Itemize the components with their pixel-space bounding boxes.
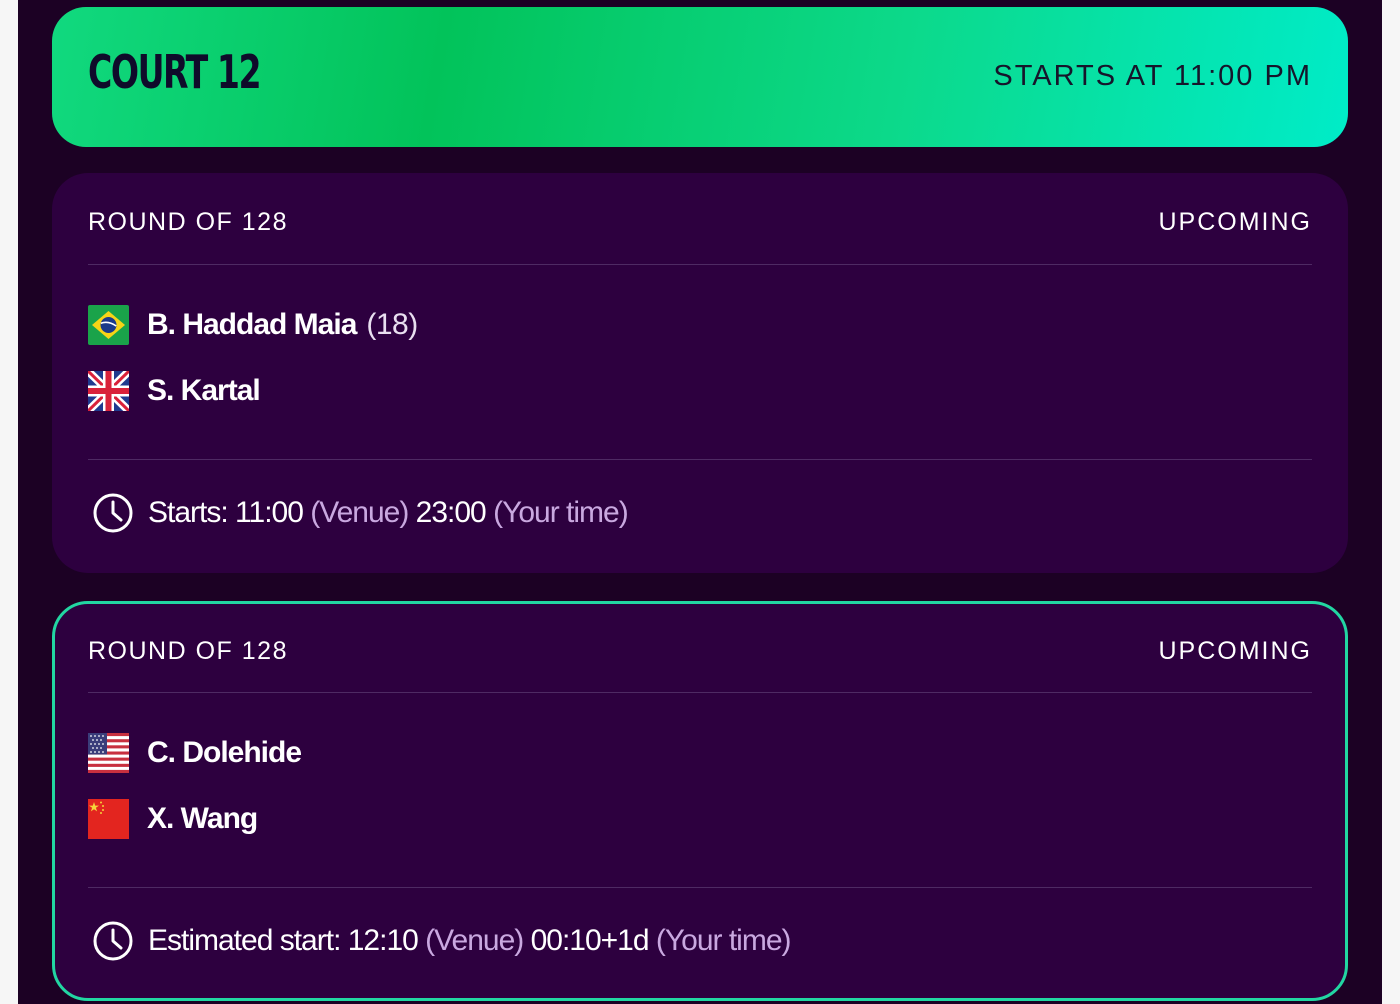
court-header[interactable]: COURT 12 STARTS AT 11:00 PM: [52, 7, 1348, 147]
player-name: X. Wang: [147, 802, 258, 835]
venue-label: (Venue): [425, 924, 524, 957]
divider: [88, 692, 1312, 693]
round-label: ROUND OF 128: [88, 208, 288, 236]
round-label: ROUND OF 128: [88, 637, 288, 665]
china-flag-icon: [88, 799, 129, 839]
player-row[interactable]: C. Dolehide: [88, 732, 302, 774]
status-label: UPCOMING: [1158, 637, 1312, 665]
brazil-flag-icon: [88, 305, 129, 345]
player-row[interactable]: X. Wang: [88, 798, 258, 840]
local-label: (Your time): [655, 924, 792, 957]
player-seed: (18): [366, 308, 418, 341]
start-prefix: Starts:: [148, 496, 229, 529]
venue-label: (Venue): [310, 496, 409, 529]
divider: [88, 459, 1312, 460]
match-card[interactable]: ROUND OF 128 UPCOMING B. Haddad Maia (18…: [52, 173, 1348, 573]
clock-icon: [93, 493, 133, 533]
venue-time: 12:10: [347, 924, 419, 957]
estimated-start-text: Estimated start: 12:10 (Venue) 00:10+1d …: [148, 924, 792, 957]
status-label: UPCOMING: [1158, 208, 1312, 236]
court-start-time: STARTS AT 11:00 PM: [993, 60, 1312, 92]
player-row[interactable]: S. Kartal: [88, 370, 261, 412]
court-title: COURT 12: [88, 45, 262, 99]
estimated-start-row: Estimated start: 12:10 (Venue) 00:10+1d …: [92, 919, 792, 963]
player-name: C. Dolehide: [147, 736, 302, 769]
schedule-page: COURT 12 STARTS AT 11:00 PM ROUND OF 128…: [18, 0, 1382, 1004]
uk-flag-icon: [88, 371, 129, 411]
player-row[interactable]: B. Haddad Maia (18): [88, 304, 418, 346]
local-time: 23:00: [415, 496, 487, 529]
venue-time: 11:00: [235, 496, 304, 529]
local-time: 00:10+1d: [530, 924, 650, 957]
start-time-text: Starts: 11:00 (Venue) 23:00 (Your time): [148, 496, 629, 529]
start-time-row: Starts: 11:00 (Venue) 23:00 (Your time): [92, 491, 629, 535]
divider: [88, 264, 1312, 265]
start-prefix: Estimated start:: [148, 924, 341, 957]
clock-icon: [93, 921, 133, 961]
player-name: B. Haddad Maia: [147, 308, 357, 341]
local-label: (Your time): [493, 496, 629, 529]
divider: [88, 887, 1312, 888]
player-name: S. Kartal: [147, 374, 261, 407]
match-card-highlighted[interactable]: ROUND OF 128 UPCOMING C. Dolehide X. Wan…: [52, 601, 1348, 1001]
usa-flag-icon: [88, 733, 129, 773]
